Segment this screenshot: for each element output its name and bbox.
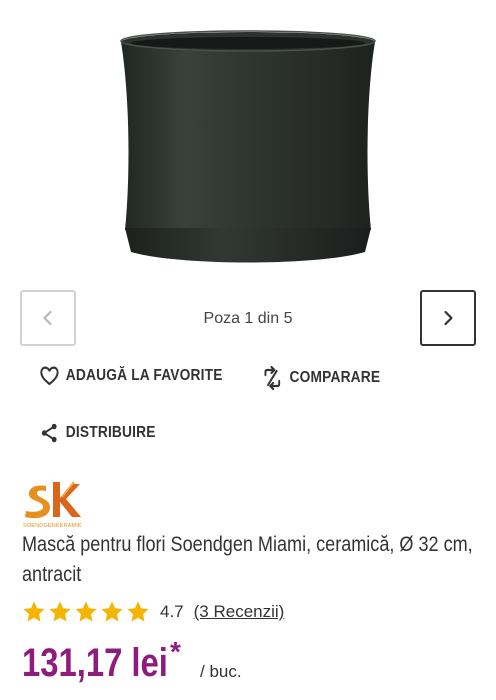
heart-icon xyxy=(40,366,59,386)
brand-logo-text: SOENDGENKERAMIK xyxy=(23,523,82,529)
gallery-nav: Poza 1 din 5 xyxy=(0,290,496,346)
star-icon xyxy=(49,601,71,622)
next-image-button[interactable] xyxy=(420,290,476,346)
share-label: DISTRIBUIRE xyxy=(65,424,156,441)
star-icon xyxy=(23,601,45,622)
price: 131,17 lei xyxy=(22,641,168,685)
share-button[interactable]: DISTRIBUIRE xyxy=(40,422,156,444)
star-icon xyxy=(127,601,149,622)
brand-logo[interactable]: SOENDGENKERAMIK xyxy=(22,480,84,530)
chevron-right-icon xyxy=(444,310,453,326)
add-to-favorites-button[interactable]: ADAUGĂ LA FAVORITE xyxy=(40,366,223,386)
compare-button[interactable]: COMPARARE xyxy=(262,366,380,390)
price-unit: / buc. xyxy=(200,662,242,681)
star-icon xyxy=(101,601,123,622)
price-asterisk: * xyxy=(170,636,181,667)
rating: 4.7 (3 Recenzii) xyxy=(22,598,284,626)
compare-arrows-icon xyxy=(264,366,281,390)
favorites-label: ADAUGĂ LA FAVORITE xyxy=(65,367,223,384)
star-icon xyxy=(75,601,97,622)
share-icon xyxy=(41,423,57,443)
product-image[interactable] xyxy=(0,0,496,285)
compare-label: COMPARARE xyxy=(289,369,381,386)
rating-value: 4.7 xyxy=(160,602,184,621)
price-row: 131,17 lei * / buc. xyxy=(22,636,242,686)
rating-stars xyxy=(22,600,150,624)
product-title: Mască pentru flori Soendgen Miami, ceram… xyxy=(22,533,473,586)
reviews-link[interactable]: (3 Recenzii) xyxy=(194,602,285,622)
